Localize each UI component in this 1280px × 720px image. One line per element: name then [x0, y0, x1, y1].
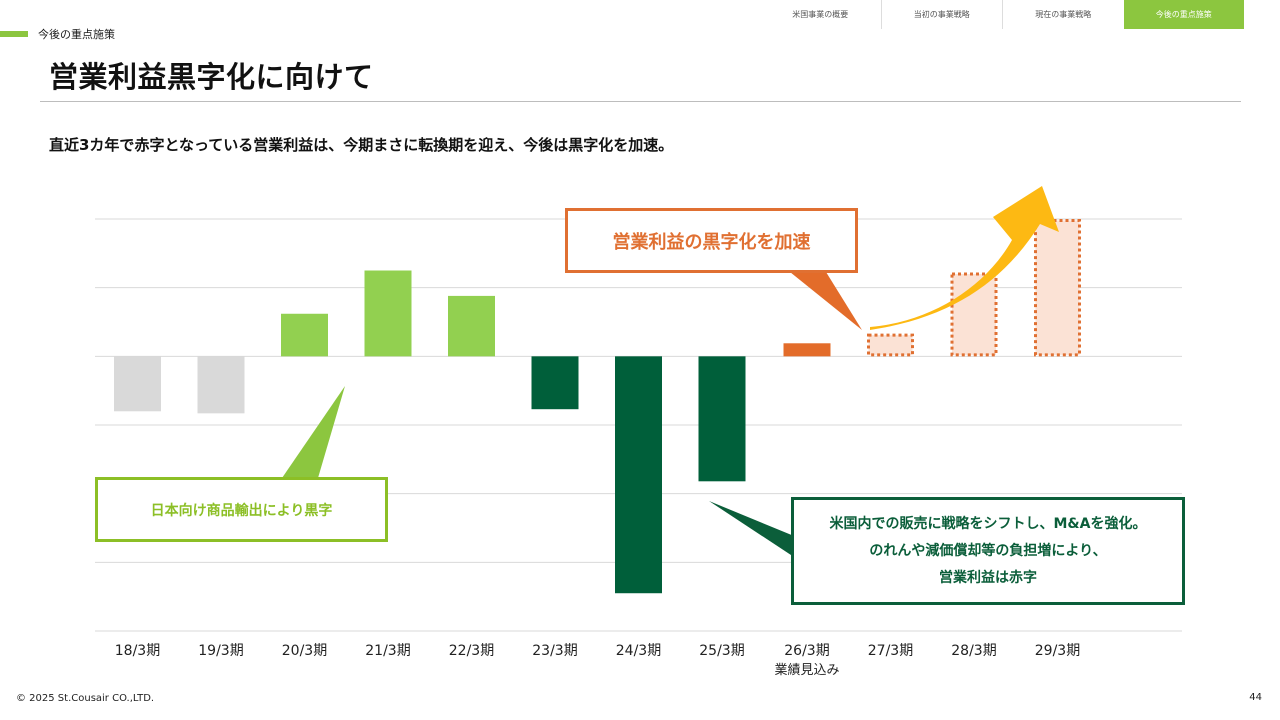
lime-callout-pointer	[282, 386, 345, 478]
callout-us-strategy: 米国内での販売に戦略をシフトし、M&Aを強化。 のれんや減価償却等の負担増により…	[791, 497, 1185, 605]
page-number: 44	[1249, 692, 1262, 703]
chart-tick-labels: 18/3期 19/3期 20/3期 21/3期 22/3期 23/3期 24/3期 25/3期…	[115, 643, 1080, 678]
bar-19/3期	[197, 356, 245, 414]
bar-29/3期	[1034, 219, 1081, 357]
footer-copyright: © 2025 St.Cousair CO.,LTD.	[16, 693, 155, 704]
x-tick-label: 19/3期	[198, 643, 243, 659]
callout-accelerate-profit: 営業利益の黒字化を加速	[565, 208, 858, 273]
callout-japan-export-text: 日本向け商品輸出により黒字	[150, 502, 333, 519]
x-tick-label: 29/3期	[1035, 643, 1080, 659]
x-tick-label: 27/3期	[868, 643, 913, 659]
callout-us-strategy-line-1: 米国内での販売に戦略をシフトし、M&Aを強化。	[829, 515, 1147, 532]
x-tick-label: 18/3期	[115, 643, 160, 659]
bar-25/3期	[698, 356, 746, 482]
callout-japan-export: 日本向け商品輸出により黒字	[95, 477, 388, 542]
bar-20/3期	[281, 313, 328, 357]
callout-us-strategy-line-3: 営業利益は赤字	[939, 569, 1037, 586]
x-tick-label: 28/3期	[951, 643, 996, 659]
bar-21/3期	[364, 270, 412, 357]
bar-22/3期	[448, 295, 495, 357]
callout-us-strategy-line-2: のれんや減価償却等の負担増により、	[869, 542, 1107, 559]
x-tick-label: 21/3期	[365, 643, 410, 659]
x-tick-label: 24/3期	[616, 643, 661, 659]
bar-23/3期	[531, 356, 579, 410]
x-tick-label: 26/3期	[784, 643, 829, 659]
x-tick-label: 22/3期	[449, 643, 494, 659]
x-tick-sublabel: 業績見込み	[774, 662, 839, 678]
bar-18/3期	[114, 356, 161, 412]
orange-callout-pointer	[790, 272, 862, 330]
bar-26/3期	[783, 343, 831, 357]
x-tick-label: 20/3期	[282, 643, 327, 659]
bar-27/3期	[867, 333, 914, 357]
x-tick-label: 25/3期	[699, 643, 744, 659]
bar-24/3期	[615, 356, 662, 594]
x-tick-label: 23/3期	[532, 643, 577, 659]
operating-profit-chart: 18/3期 19/3期 20/3期 21/3期 22/3期 23/3期 24/3期 25/3期…	[95, 186, 1182, 678]
green-callout-pointer	[709, 501, 794, 557]
callout-accelerate-profit-text: 営業利益の黒字化を加速	[612, 231, 811, 253]
